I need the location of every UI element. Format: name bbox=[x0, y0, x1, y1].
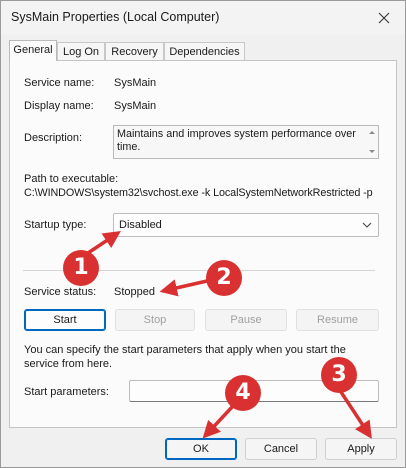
close-icon bbox=[378, 12, 390, 24]
stop-button[interactable]: Stop bbox=[115, 309, 195, 331]
tab-general[interactable]: General bbox=[9, 40, 57, 61]
path-label: Path to executable: bbox=[24, 173, 119, 185]
ok-button[interactable]: OK bbox=[165, 438, 237, 460]
callout-badge-3: 3 bbox=[321, 357, 357, 393]
service-name-value: SysMain bbox=[114, 77, 157, 89]
display-name-value: SysMain bbox=[114, 100, 157, 112]
service-status-label: Service status: bbox=[24, 286, 97, 298]
title-bar: SysMain Properties (Local Computer) bbox=[1, 1, 405, 35]
callout-badge-4: 4 bbox=[225, 375, 261, 411]
properties-dialog: SysMain Properties (Local Computer) Gene… bbox=[0, 0, 406, 468]
startup-type-dropdown[interactable]: Disabled bbox=[113, 213, 379, 237]
description-text: Maintains and improves system performanc… bbox=[117, 128, 356, 153]
description-box[interactable]: Maintains and improves system performanc… bbox=[113, 125, 379, 159]
scroll-up-icon bbox=[369, 131, 375, 134]
tab-recovery[interactable]: Recovery bbox=[105, 42, 164, 60]
start-button[interactable]: Start bbox=[24, 309, 106, 331]
description-label: Description: bbox=[24, 132, 83, 144]
description-scrollbar[interactable] bbox=[366, 126, 378, 158]
callout-badge-2: 2 bbox=[206, 260, 242, 296]
pause-button[interactable]: Pause bbox=[205, 309, 287, 331]
apply-button[interactable]: Apply bbox=[325, 438, 397, 460]
close-button[interactable] bbox=[373, 7, 395, 29]
display-name-label: Display name: bbox=[24, 100, 94, 112]
window-title: SysMain Properties (Local Computer) bbox=[11, 10, 220, 24]
service-status-value: Stopped bbox=[114, 286, 155, 298]
path-value: C:\WINDOWS\system32\svchost.exe -k Local… bbox=[24, 187, 373, 199]
callout-badge-1: 1 bbox=[63, 250, 99, 286]
resume-button[interactable]: Resume bbox=[296, 309, 379, 331]
chevron-down-icon bbox=[362, 222, 372, 228]
tab-log-on[interactable]: Log On bbox=[57, 42, 105, 60]
tab-dependencies[interactable]: Dependencies bbox=[164, 42, 245, 60]
startup-type-value: Disabled bbox=[119, 219, 162, 231]
cancel-button[interactable]: Cancel bbox=[245, 438, 317, 460]
service-name-label: Service name: bbox=[24, 77, 95, 89]
startup-type-label: Startup type: bbox=[24, 219, 87, 231]
scroll-down-icon bbox=[369, 150, 375, 153]
start-parameters-label: Start parameters: bbox=[24, 386, 109, 398]
